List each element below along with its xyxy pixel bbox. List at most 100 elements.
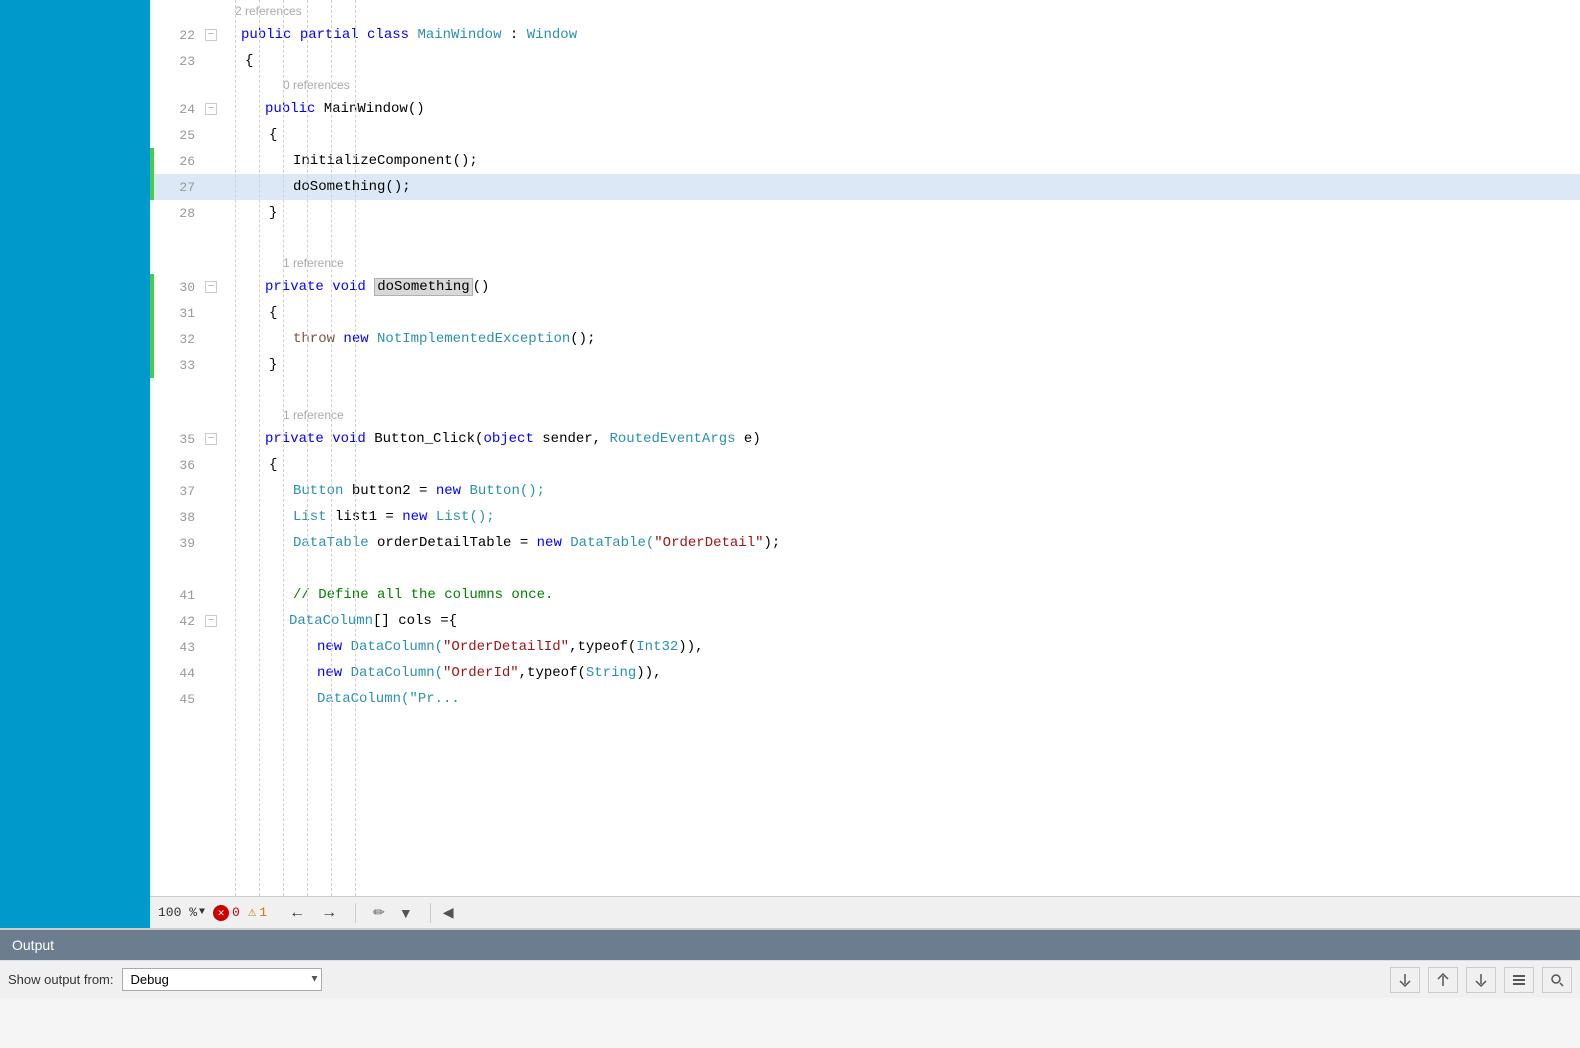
collapse-button[interactable]: − <box>205 615 217 627</box>
code-token: InitializeComponent(); <box>293 153 478 169</box>
collapse-button[interactable]: − <box>205 281 217 293</box>
zoom-dropdown-arrow[interactable]: ▼ <box>199 907 205 918</box>
code-line: 41// Define all the columns once. <box>150 582 1580 608</box>
scroll-bar-area[interactable]: ◀ <box>443 902 454 924</box>
code-content: throw new NotImplementedException(); <box>293 331 595 347</box>
code-line: 1 reference <box>150 404 1580 426</box>
output-toolbar: Show output from: Debug Build General ▼ <box>0 960 1580 998</box>
code-content: doSomething(); <box>293 179 411 195</box>
code-content: public partial class MainWindow : Window <box>241 27 577 43</box>
code-token: ,typeof( <box>519 665 586 681</box>
error-icon: ✕ <box>213 905 229 921</box>
code-line: 0 references <box>150 74 1580 96</box>
code-content: Button button2 = new Button(); <box>293 483 545 499</box>
code-content: DataTable orderDetailTable = new DataTab… <box>293 535 780 551</box>
code-token: DataColumn( <box>351 639 443 655</box>
nav-back-button[interactable]: ← <box>283 902 311 924</box>
code-token: Window <box>527 27 577 43</box>
main-area: 2 references22−public partial class Main… <box>0 0 1580 928</box>
code-line: 30−private void doSomething() <box>150 274 1580 300</box>
annotation-dropdown[interactable]: ▼ <box>394 903 418 923</box>
error-count: 0 <box>232 905 240 920</box>
code-content: // Define all the columns once. <box>293 587 553 603</box>
code-line: 42−DataColumn[] cols ={ <box>150 608 1580 634</box>
output-header: Output <box>0 930 1580 960</box>
annotation-button[interactable]: ✏ <box>368 902 390 923</box>
code-token: public <box>265 101 324 117</box>
code-lines: 2 references22−public partial class Main… <box>150 0 1580 896</box>
line-number: 22 <box>150 28 205 43</box>
warning-triangle-icon: ⚠ <box>248 904 256 921</box>
code-line: 33} <box>150 352 1580 378</box>
line-number: 28 <box>150 206 205 221</box>
code-line: 38List list1 = new List(); <box>150 504 1580 530</box>
code-token: orderDetailTable = <box>369 535 537 551</box>
code-content: InitializeComponent(); <box>293 153 478 169</box>
output-action-btn-3[interactable] <box>1466 967 1496 993</box>
separator-2 <box>430 903 431 923</box>
code-line: 43 new DataColumn("OrderDetailId",typeof(… <box>150 634 1580 660</box>
left-sidebar-blue <box>0 0 150 928</box>
nav-forward-button[interactable]: → <box>315 902 343 924</box>
code-content: new DataColumn("OrderDetailId",typeof(In… <box>317 639 704 655</box>
output-action-btn-1[interactable] <box>1390 967 1420 993</box>
collapse-button[interactable]: − <box>205 103 217 115</box>
code-token: ,typeof( <box>569 639 636 655</box>
code-token: DataTable( <box>570 535 654 551</box>
editor-container: 2 references22−public partial class Main… <box>150 0 1580 928</box>
code-token: new <box>317 665 351 681</box>
warning-count: 1 <box>259 905 267 920</box>
code-token: { <box>245 53 253 69</box>
zoom-control[interactable]: 100 % ▼ <box>158 905 205 920</box>
code-token: "OrderId" <box>443 665 519 681</box>
code-line: 24−public MainWindow() <box>150 96 1580 122</box>
code-line: 22− public partial class MainWindow : Win… <box>150 22 1580 48</box>
output-clear-btn[interactable] <box>1504 967 1534 993</box>
code-token: partial <box>300 27 367 43</box>
line-number: 27 <box>150 180 205 195</box>
code-line: 26InitializeComponent(); <box>150 148 1580 174</box>
line-number: 33 <box>150 358 205 373</box>
output-action-btn-2[interactable] <box>1428 967 1458 993</box>
status-bar: 100 % ▼ ✕ 0 ⚠ 1 ← → ✏ ▼ ◀ <box>150 896 1580 928</box>
output-source-wrapper[interactable]: Debug Build General ▼ <box>122 968 322 991</box>
code-token: // Define all the columns once. <box>293 587 553 603</box>
code-token: doSomething <box>374 278 472 296</box>
code-token: { <box>269 305 277 321</box>
code-content: { <box>245 53 253 69</box>
code-token: private <box>265 279 332 295</box>
code-token: public <box>241 27 300 43</box>
code-content: private void Button_Click(object sender,… <box>265 431 761 447</box>
code-token: DataColumn("Pr... <box>317 691 460 707</box>
line-number: 38 <box>150 510 205 525</box>
code-token: new <box>436 483 470 499</box>
code-token: new <box>537 535 571 551</box>
code-token: new <box>402 509 436 525</box>
error-badge: ✕ 0 <box>213 905 240 921</box>
code-line: 37 Button button2 = new Button(); <box>150 478 1580 504</box>
toolbar-icons: ✏ ▼ <box>368 902 418 923</box>
line-number: 43 <box>150 640 205 655</box>
code-line: 44new DataColumn("OrderId",typeof(String… <box>150 660 1580 686</box>
code-token: button2 = <box>343 483 435 499</box>
code-content: public MainWindow() <box>265 101 425 117</box>
warning-badge: ⚠ 1 <box>248 904 267 921</box>
nav-arrows: ← → <box>283 902 343 924</box>
output-title: Output <box>12 937 54 953</box>
code-editor[interactable]: 2 references22−public partial class Main… <box>150 0 1580 896</box>
code-token: ); <box>764 535 781 551</box>
code-token: } <box>269 357 277 373</box>
output-find-btn[interactable] <box>1542 967 1572 993</box>
line-number: 32 <box>150 332 205 347</box>
collapse-button[interactable]: − <box>205 433 217 445</box>
line-number: 45 <box>150 692 205 707</box>
code-line: 45 DataColumn("Pr... <box>150 686 1580 712</box>
code-content: new DataColumn("OrderId",typeof(String))… <box>317 665 662 681</box>
code-token: (); <box>570 331 595 347</box>
code-line: 36{ <box>150 452 1580 478</box>
line-number: 37 <box>150 484 205 499</box>
code-token: doSomething(); <box>293 179 411 195</box>
output-source-select[interactable]: Debug Build General <box>122 968 322 991</box>
collapse-button[interactable]: − <box>205 29 217 41</box>
code-token: : <box>501 27 526 43</box>
